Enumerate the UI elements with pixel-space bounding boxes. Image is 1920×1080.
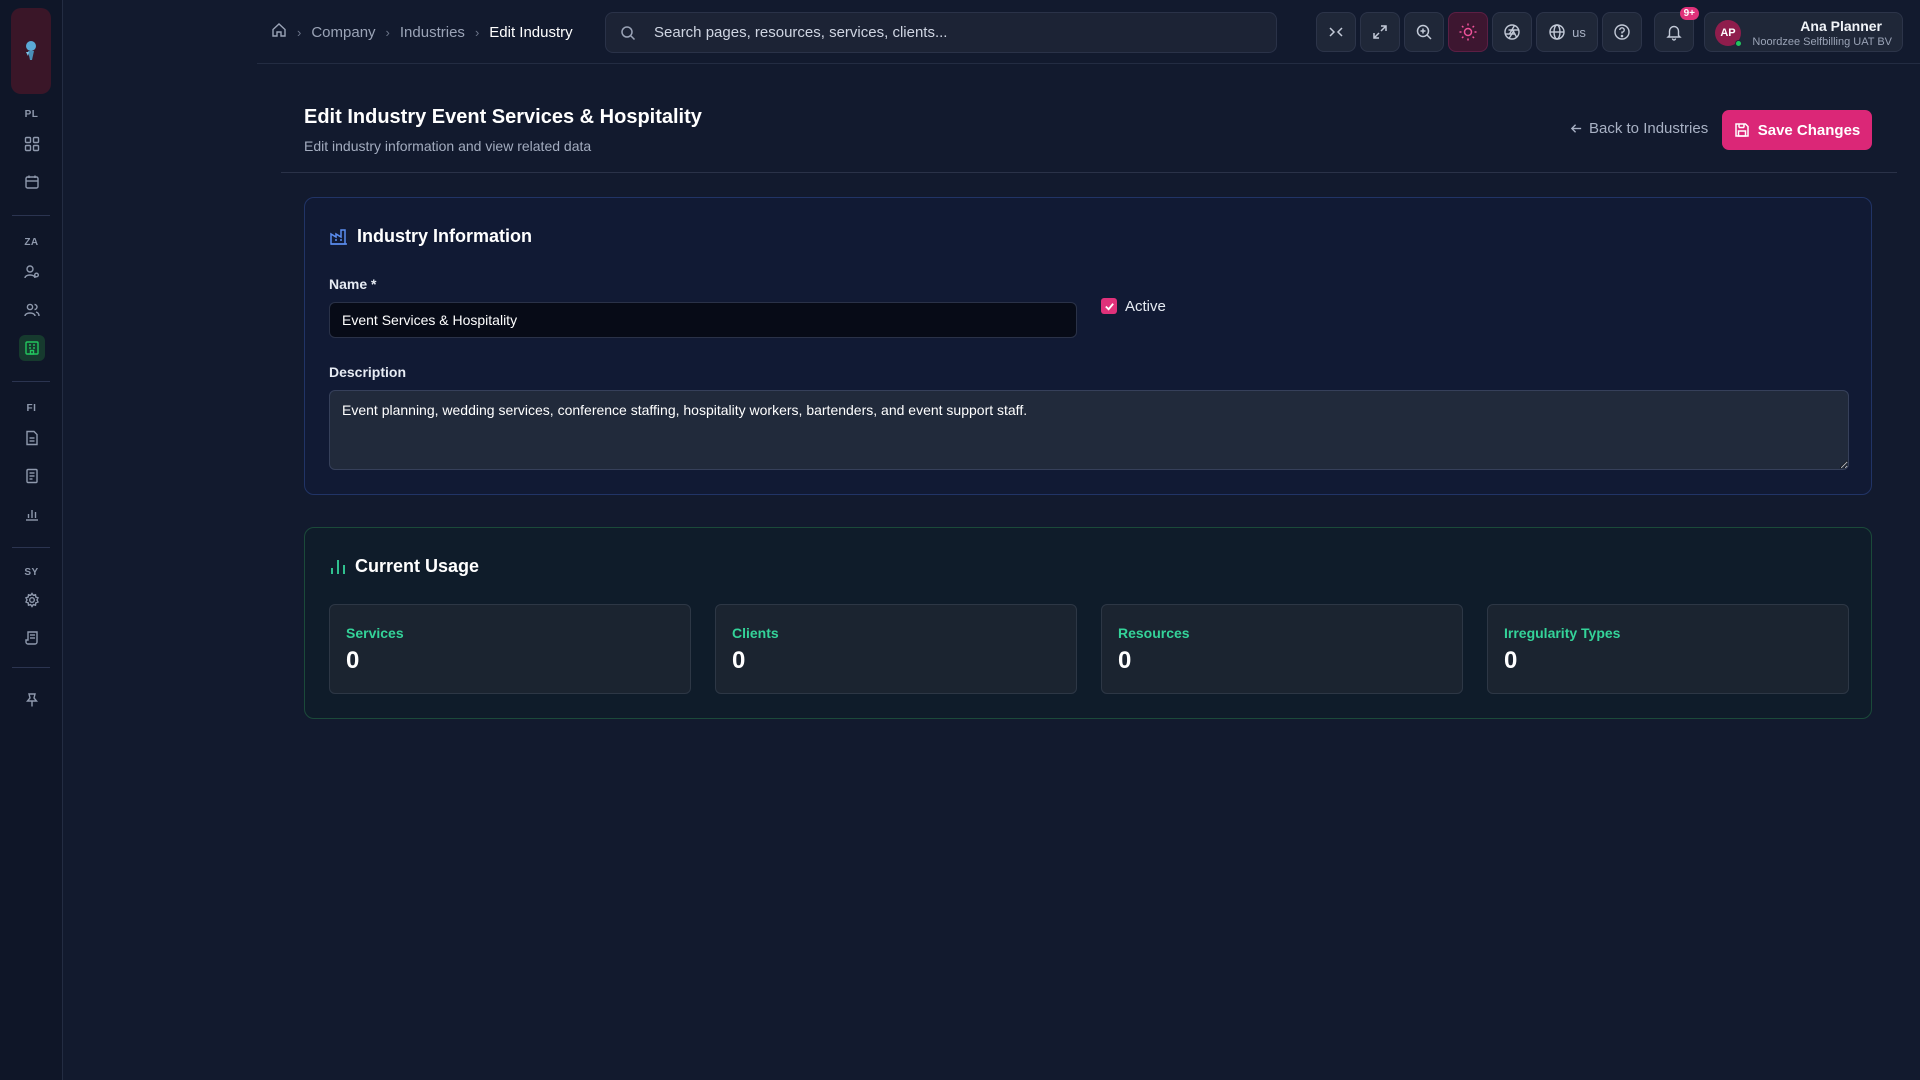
name-input[interactable] [329, 302, 1077, 338]
help-circle-icon [1614, 24, 1630, 40]
stat-value: 0 [1504, 647, 1518, 674]
dashboard-icon[interactable] [19, 131, 45, 157]
bell-icon [1666, 25, 1682, 41]
stat-card-irregularity-types: Irregularity Types 0 [1487, 604, 1849, 694]
arrow-left-icon [1570, 124, 1582, 133]
invoice-icon[interactable] [19, 463, 45, 489]
notifications-button[interactable]: 9+ [1654, 7, 1699, 52]
industries-icon[interactable] [19, 335, 45, 361]
search-icon [620, 25, 636, 46]
card-title: Industry Information [329, 226, 532, 247]
page-title: Edit Industry Event Services & Hospitali… [304, 106, 702, 128]
breadcrumb-current: Edit Industry [489, 23, 573, 41]
checkmark-icon [1104, 302, 1114, 311]
sidebar-section-label: SY [24, 567, 39, 578]
stat-label: Clients [732, 625, 779, 641]
chevron-right-icon: › [297, 24, 302, 40]
help-button[interactable] [1602, 12, 1642, 52]
zoom-button[interactable] [1404, 12, 1444, 52]
user-settings-icon[interactable] [19, 259, 45, 285]
card-title: Current Usage [329, 556, 479, 577]
page-subtitle: Edit industry information and view relat… [304, 138, 592, 154]
description-label: Description [329, 364, 407, 380]
pin-icon[interactable] [19, 687, 45, 713]
sidebar-section-label: ZA [24, 237, 39, 248]
users-icon[interactable] [19, 297, 45, 323]
active-checkbox[interactable] [1101, 298, 1117, 314]
sidebar-section-label: PL [24, 109, 39, 120]
logs-scroll-icon[interactable] [19, 625, 45, 651]
expand-icon [1373, 25, 1387, 39]
back-to-industries-link[interactable]: Back to Industries [1570, 120, 1708, 137]
reports-chart-icon[interactable] [19, 501, 45, 527]
calendar-icon[interactable] [19, 169, 45, 195]
stat-value: 0 [1118, 647, 1132, 674]
current-usage-card: Current Usage Services 0 Clients 0 Resou… [304, 527, 1872, 719]
bar-chart-icon [331, 559, 345, 574]
user-organization: Noordzee Selfbilling UAT BV [1752, 36, 1892, 48]
global-search [605, 12, 1277, 53]
industry-info-title: Industry Information [357, 226, 532, 246]
fullscreen-button[interactable] [1360, 12, 1400, 52]
user-name: Ana Planner [1800, 18, 1882, 34]
stat-value: 0 [732, 647, 746, 674]
collapse-sidebar-button[interactable] [1316, 12, 1356, 52]
factory-icon [330, 228, 347, 245]
aperture-icon [1504, 24, 1520, 40]
sidebar-divider [12, 381, 50, 382]
sidebar-divider [12, 667, 50, 668]
stat-label: Irregularity Types [1504, 625, 1621, 641]
search-input[interactable] [654, 13, 1254, 52]
breadcrumb-industries[interactable]: Industries [400, 24, 465, 41]
theme-toggle-button[interactable] [1448, 12, 1488, 52]
back-link-label: Back to Industries [1589, 120, 1709, 137]
topbar: › Company › Industries › Edit Industry u… [257, 0, 1920, 64]
globe-icon [1549, 24, 1565, 40]
document-icon[interactable] [19, 425, 45, 451]
save-icon [1734, 123, 1749, 137]
active-label[interactable]: Active [1125, 298, 1166, 315]
stat-card-clients: Clients 0 [715, 604, 1077, 694]
industry-information-card: Industry Information Name * Active Descr… [304, 197, 1872, 495]
online-status-dot [1735, 40, 1742, 47]
stat-card-resources: Resources 0 [1101, 604, 1463, 694]
language-button[interactable]: us [1536, 12, 1598, 52]
zoom-in-icon [1416, 24, 1432, 40]
aperture-button[interactable] [1492, 12, 1532, 52]
sidebar: PL ZA FI SY [0, 0, 63, 1080]
name-label: Name * [329, 276, 377, 292]
description-textarea[interactable]: Event planning, wedding services, confer… [329, 390, 1849, 470]
sidebar-divider [12, 215, 50, 216]
app-logo[interactable] [11, 8, 51, 94]
current-usage-title: Current Usage [355, 556, 480, 576]
logo-icon [26, 41, 36, 60]
collapse-arrows-icon [1329, 27, 1343, 37]
stat-label: Services [346, 625, 404, 641]
save-changes-button[interactable]: Save Changes [1722, 110, 1872, 150]
settings-gear-icon[interactable] [19, 587, 45, 613]
chevron-right-icon: › [474, 24, 480, 40]
sun-icon [1459, 23, 1477, 41]
stat-label: Resources [1118, 625, 1190, 641]
breadcrumb: › Company › Industries › Edit Industry [271, 22, 573, 42]
notification-badge: 9+ [1679, 7, 1699, 20]
sidebar-divider [12, 547, 50, 548]
chevron-right-icon: › [385, 24, 390, 40]
home-icon[interactable] [271, 22, 287, 42]
language-code: us [1572, 24, 1586, 40]
header-divider [281, 172, 1897, 173]
stat-value: 0 [346, 647, 360, 674]
save-button-label: Save Changes [1757, 121, 1861, 139]
user-menu[interactable]: AP Ana Planner Noordzee Selfbilling UAT … [1704, 12, 1903, 52]
breadcrumb-company[interactable]: Company [311, 24, 375, 41]
sidebar-section-label: FI [26, 403, 37, 414]
stat-card-services: Services 0 [329, 604, 691, 694]
